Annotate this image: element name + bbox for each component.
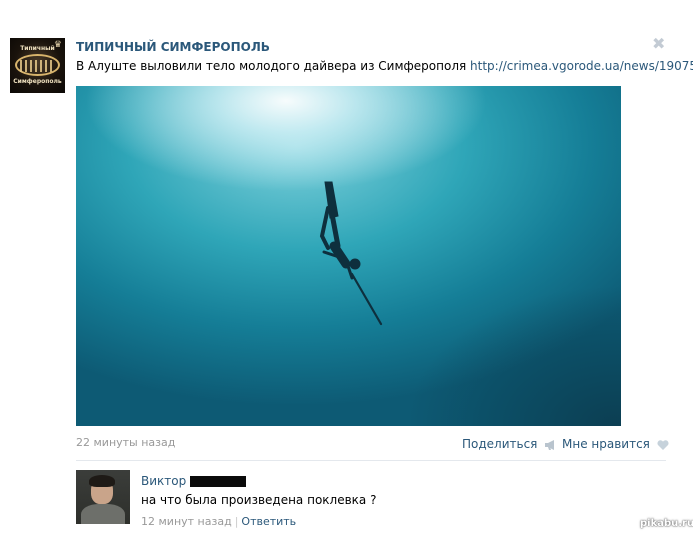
like-label: Мне нравится (562, 437, 650, 451)
reply-link[interactable]: Ответить (241, 515, 296, 528)
comments-divider (76, 460, 666, 461)
group-name-link[interactable]: ТИПИЧНЫЙ СИМФЕРОПОЛЬ (76, 40, 270, 54)
post-text: В Алуште выловили тело молодого дайвера … (76, 59, 693, 73)
post-time[interactable]: 22 минуты назад (76, 436, 175, 449)
heart-icon (657, 439, 669, 450)
avatar-caption-bottom: Симферополь (13, 78, 62, 85)
share-label: Поделиться (462, 437, 538, 451)
megaphone-icon (545, 439, 555, 450)
commenter-avatar[interactable] (76, 470, 130, 524)
watermark: pikabu.ru (640, 518, 693, 529)
group-avatar[interactable]: Типичный Симферополь ♛ (10, 38, 65, 93)
comment-time[interactable]: 12 минут назад (141, 515, 232, 528)
post-link[interactable]: http://crimea.vgorode.ua/news/190756 (470, 59, 693, 73)
close-icon[interactable]: ✖ (652, 34, 665, 53)
commenter-first-name[interactable]: Виктор (141, 474, 186, 488)
crown-icon: ♛ (53, 40, 62, 50)
post-text-body: В Алуште выловили тело молодого дайвера … (76, 59, 471, 73)
avatar-hair (89, 475, 115, 487)
redacted-surname (190, 476, 247, 487)
like-button[interactable]: Мне нравится (562, 437, 669, 451)
comment-meta-separator: | (234, 515, 239, 528)
avatar-shirt (81, 504, 125, 524)
diver-silhouette (319, 181, 383, 326)
share-button[interactable]: Поделиться (462, 437, 557, 451)
comment-meta: 12 минут назад | Ответить (141, 515, 296, 528)
post-photo[interactable] (76, 86, 621, 426)
commenter-name[interactable]: Виктор (141, 474, 247, 488)
colosseum-columns (20, 60, 55, 72)
comment-text: на что была произведена поклевка ? (141, 493, 377, 507)
